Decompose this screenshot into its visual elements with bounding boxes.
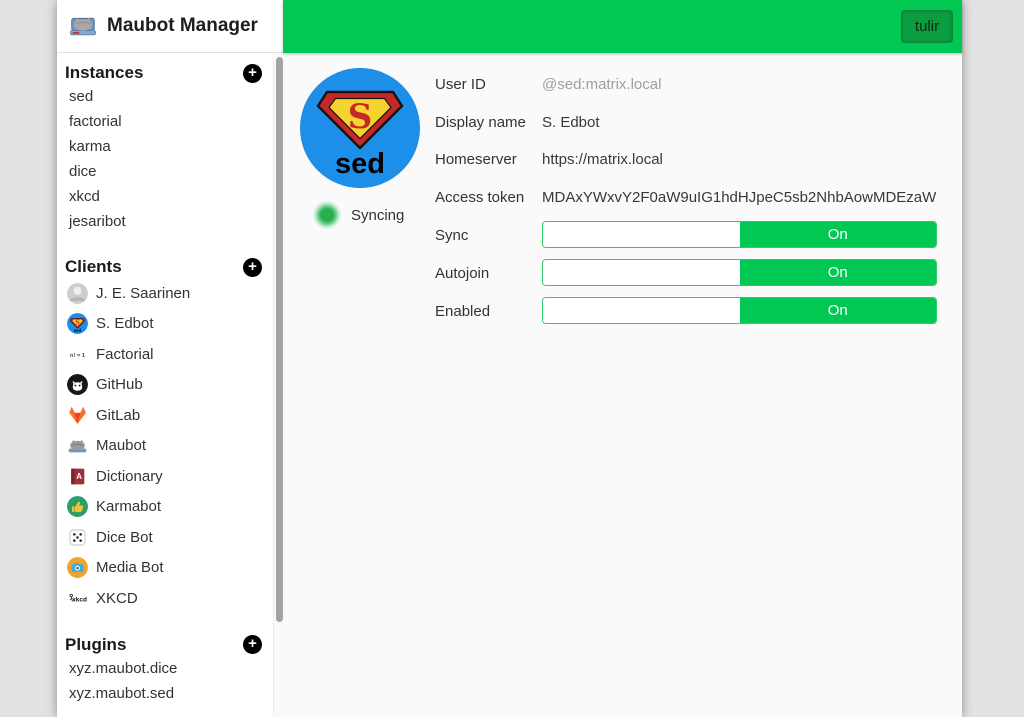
maubot-logo-icon xyxy=(68,9,98,44)
bot-avatar: S sed xyxy=(300,68,420,188)
svg-text:xkcd: xkcd xyxy=(72,596,87,603)
header-left: Maubot Manager xyxy=(57,0,283,53)
sidebar-item-client-sedbot[interactable]: S sed S. Edbot xyxy=(57,309,283,340)
client-label: J. E. Saarinen xyxy=(96,285,190,302)
access-token-label: Access token xyxy=(435,189,524,206)
sync-toggle[interactable]: On xyxy=(542,221,937,248)
client-label: XKCD xyxy=(96,590,138,607)
sidebar-item-client-xkcd[interactable]: xkcd XKCD xyxy=(57,583,283,614)
field-row-access-token: Access token MDAxYWxvY2F0aW9uIG1hdHJpeC5… xyxy=(435,189,937,209)
user-button[interactable]: tulir xyxy=(901,10,953,43)
sidebar-item-client-gitlab[interactable]: GitLab xyxy=(57,400,283,431)
field-row-display-name: Display name S. Edbot xyxy=(435,114,937,134)
maubot-cat-avatar xyxy=(67,435,88,456)
sidebar-item-client-dictionary[interactable]: A Dictionary xyxy=(57,461,283,492)
app-title: Maubot Manager xyxy=(107,15,258,37)
add-instance-button[interactable]: + xyxy=(243,64,262,83)
sidebar: Instances + sed factorial karma dice xkc… xyxy=(57,53,283,717)
autojoin-toggle-label: Autojoin xyxy=(435,265,489,282)
status-label: Syncing xyxy=(351,207,404,224)
client-label: Dice Bot xyxy=(96,529,153,546)
sidebar-scrollbar xyxy=(273,53,283,717)
sidebar-item-plugin-dice[interactable]: xyz.maubot.dice xyxy=(57,656,283,681)
homeserver-label: Homeserver xyxy=(435,151,517,168)
client-label: Dictionary xyxy=(96,468,163,485)
sidebar-item-client-mediabot[interactable]: Media Bot xyxy=(57,553,283,584)
gitlab-fox-avatar xyxy=(67,405,88,426)
svg-text:n! = 1: n! = 1 xyxy=(70,353,85,359)
plugins-section: Plugins + xyz.maubot.dice xyz.maubot.sed xyxy=(57,634,283,706)
sidebar-item-plugin-sed[interactable]: xyz.maubot.sed xyxy=(57,681,283,706)
sidebar-item-instance-dice[interactable]: dice xyxy=(57,159,283,184)
enabled-toggle[interactable]: On xyxy=(542,297,937,324)
clients-title: Clients xyxy=(65,257,122,277)
field-row-homeserver: Homeserver https://matrix.local xyxy=(435,151,937,171)
svg-text:S: S xyxy=(348,97,373,137)
field-row-user-id: User ID @sed:matrix.local xyxy=(435,76,937,96)
dice-avatar xyxy=(67,527,88,548)
factorial-formula-avatar: n! = 1 xyxy=(67,344,88,365)
access-token-field[interactable]: MDAxYWxvY2F0aW9uIG1hdHJpeC5sb2NhbAowMDEz… xyxy=(542,189,937,206)
instances-header: Instances + xyxy=(57,62,283,84)
display-name-field[interactable]: S. Edbot xyxy=(542,114,937,131)
status-dot-icon xyxy=(312,200,342,230)
sidebar-item-client-saarinen[interactable]: J. E. Saarinen xyxy=(57,278,283,309)
add-plugin-button[interactable]: + xyxy=(243,635,262,654)
toggle-on-half: On xyxy=(740,222,937,247)
plugins-title: Plugins xyxy=(65,635,126,655)
instances-title: Instances xyxy=(65,63,143,83)
client-label: Maubot xyxy=(96,437,146,454)
instance-detail-panel: S sed Syncing User ID @sed:matrix.local … xyxy=(283,53,962,717)
sidebar-item-instance-jesaribot[interactable]: jesaribot xyxy=(57,209,283,234)
client-label: Media Bot xyxy=(96,559,164,576)
camera-avatar xyxy=(67,557,88,578)
svg-text:A: A xyxy=(76,472,82,481)
xkcd-avatar: xkcd xyxy=(67,588,88,609)
toggle-off-half xyxy=(543,222,740,247)
display-name-label: Display name xyxy=(435,114,526,131)
sync-status: Syncing xyxy=(312,200,404,230)
app-window: Maubot Manager tulir Instances + sed fac… xyxy=(57,0,962,717)
github-octocat-avatar xyxy=(67,374,88,395)
client-label: GitLab xyxy=(96,407,140,424)
svg-text:sed: sed xyxy=(74,328,82,333)
sync-toggle-label: Sync xyxy=(435,227,468,244)
autojoin-toggle[interactable]: On xyxy=(542,259,937,286)
header-bar: tulir xyxy=(283,0,962,53)
sidebar-item-client-github[interactable]: GitHub xyxy=(57,370,283,401)
toggle-off-half xyxy=(543,298,740,323)
sidebar-item-client-maubot[interactable]: Maubot xyxy=(57,431,283,462)
sidebar-item-instance-sed[interactable]: sed xyxy=(57,84,283,109)
avatar-text: sed xyxy=(335,148,385,180)
user-id-value: @sed:matrix.local xyxy=(542,76,937,93)
sidebar-item-client-karmabot[interactable]: Karmabot xyxy=(57,492,283,523)
sidebar-item-instance-xkcd[interactable]: xkcd xyxy=(57,184,283,209)
sidebar-scrollbar-thumb[interactable] xyxy=(276,57,283,622)
add-client-button[interactable]: + xyxy=(243,258,262,277)
clients-section: Clients + J. E. Saarinen xyxy=(57,256,283,614)
client-label: S. Edbot xyxy=(96,315,154,332)
clients-header: Clients + xyxy=(57,256,283,278)
user-id-label: User ID xyxy=(435,76,486,93)
plugins-header: Plugins + xyxy=(57,634,283,656)
thumbs-up-avatar xyxy=(67,496,88,517)
client-label: GitHub xyxy=(96,376,143,393)
toggle-off-half xyxy=(543,260,740,285)
toggle-on-half: On xyxy=(740,260,937,285)
dictionary-book-avatar: A xyxy=(67,466,88,487)
toggle-on-half: On xyxy=(740,298,937,323)
sidebar-item-instance-karma[interactable]: karma xyxy=(57,134,283,159)
sidebar-item-client-factorial[interactable]: n! = 1 Factorial xyxy=(57,339,283,370)
person-photo-avatar xyxy=(67,283,88,304)
homeserver-field[interactable]: https://matrix.local xyxy=(542,151,937,168)
client-label: Karmabot xyxy=(96,498,161,515)
svg-text:S: S xyxy=(75,320,80,327)
sidebar-item-client-dicebot[interactable]: Dice Bot xyxy=(57,522,283,553)
client-label: Factorial xyxy=(96,346,154,363)
sidebar-item-instance-factorial[interactable]: factorial xyxy=(57,109,283,134)
instances-section: Instances + sed factorial karma dice xkc… xyxy=(57,62,283,234)
enabled-toggle-label: Enabled xyxy=(435,303,490,320)
superman-sed-avatar: S sed xyxy=(67,313,88,334)
